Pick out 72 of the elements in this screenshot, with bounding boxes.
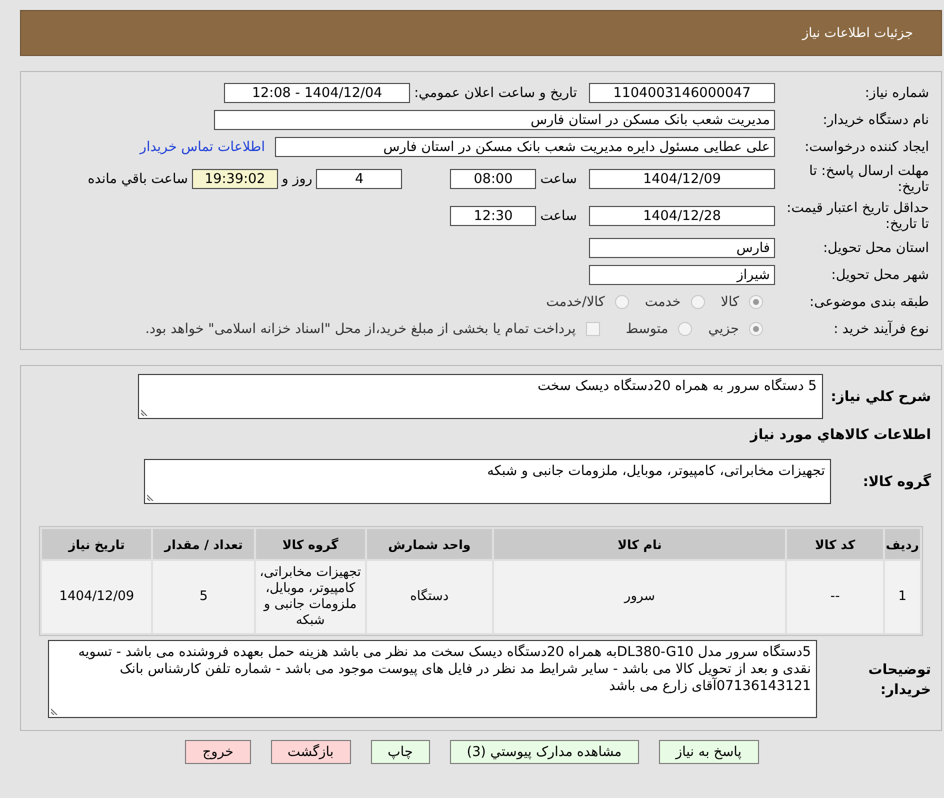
page-title: جزئیات اطلاعات نیاز [802, 26, 913, 40]
option-label: کالا/خدمت [546, 294, 605, 310]
resize-grip-icon[interactable] [140, 408, 149, 416]
field-label: استان محل تحویل: [822, 240, 929, 256]
action-button[interactable]: بازگشت [270, 740, 351, 764]
text-field[interactable]: 4 [316, 169, 402, 189]
text-field[interactable]: 1404/12/04 - 12:08 [224, 83, 410, 103]
contact-link[interactable]: اطلاعات تماس خریدار [140, 139, 265, 155]
field-label: مهلت ارسال پاسخ: تا تاریخ: [808, 163, 929, 195]
field-label: ایجاد کننده درخواست: [804, 139, 929, 155]
option-label: متوسط [626, 321, 668, 337]
action-button[interactable]: مشاهده مدارک پیوستي (3) [450, 740, 639, 764]
radio-button[interactable] [690, 295, 705, 309]
table-cell: 5 [153, 561, 254, 633]
checkbox-label: پرداخت تمام یا بخشی از مبلغ خرید،از محل "اسناد خزانه اسلامی" خواهد بود. [145, 321, 576, 337]
section-title: اطلاعات کالاهاي مورد نياز [748, 427, 931, 443]
action-button[interactable]: خروج [185, 740, 250, 764]
field-label: تاریخ و ساعت اعلان عمومي: [414, 85, 577, 101]
goods-group-text: تجهیزات مخابراتی، کامپیوتر، موبایل، ملزومات جانبی و شبکه [487, 463, 825, 479]
field-label: حداقل تاریخ اعتبار قیمت: تا تاریخ: [786, 200, 929, 232]
resize-grip-icon[interactable] [147, 493, 155, 501]
table-cell: 1404/12/09 [42, 561, 152, 633]
table-cell: -- [787, 561, 883, 633]
field-label: شماره نیاز: [864, 85, 929, 101]
checkbox[interactable] [586, 322, 600, 336]
goods-group-box[interactable]: تجهیزات مخابراتی، کامپیوتر، موبایل، ملزومات جانبی و شبکه [144, 459, 831, 504]
text-field[interactable]: 1404/12/09 [589, 169, 775, 189]
option-label: خدمت [644, 294, 681, 310]
action-button[interactable]: پاسخ به نیاز [658, 740, 759, 764]
option-label: جزيي [708, 321, 739, 337]
column-header: تاریخ نیاز [42, 529, 152, 559]
field-label: گروه کالا: [862, 474, 931, 490]
field-label: ساعت باقي مانده [88, 171, 188, 187]
table-cell: دستگاه [366, 561, 492, 633]
field-label: ساعت [540, 171, 577, 187]
notes-box[interactable] [48, 640, 817, 718]
column-header: نام کالا [494, 529, 786, 559]
table-cell: تجهیزات مخابراتی، کامپیوتر، موبایل، ملزومات جانبی و شبکه [256, 561, 365, 633]
field-label: نوع فرآیند خرید : [832, 321, 929, 337]
text-field[interactable]: 1404/12/28 [589, 206, 775, 226]
column-header: گروه کالا [256, 529, 365, 559]
notes-text: 5دستگاه سرور مدل DL380-G10به همراه 20دستگاه دیسک سخت مد نظر می باشد هزینه حمل بعهده فروشنده می باشد - تسویه نقدی و بعد از تحویل کالا می باشد - سایر شرایط مد نظر در فایل های پیوست موجود می باشد - شماره تلفن کارشناس بانک 07136143121آقای زارع می باشد [78, 644, 811, 694]
action-button[interactable]: چاپ [370, 740, 430, 764]
text-field[interactable]: فارس [589, 238, 775, 258]
column-header: تعداد / مقدار [153, 529, 254, 559]
description-text: 5 دستگاه سرور به همراه 20دستگاه دیسک سخت [538, 378, 817, 394]
table-cell: سرور [494, 561, 786, 633]
text-field[interactable]: مدیریت شعب بانک مسکن در استان فارس [214, 110, 775, 130]
option-label: کالا [720, 294, 739, 310]
column-header: واحد شمارش [366, 529, 492, 559]
field-label: نام دستگاه خریدار: [822, 112, 929, 128]
resize-grip-icon[interactable] [51, 707, 59, 715]
radio-button[interactable] [749, 322, 763, 336]
radio-button[interactable] [749, 295, 763, 309]
description-box[interactable]: 5 دستگاه سرور به همراه 20دستگاه دیسک سخت [138, 374, 823, 419]
radio-button[interactable] [678, 322, 692, 336]
field-label: شرح کلي نياز: [830, 388, 931, 404]
text-field[interactable]: شیراز [589, 265, 775, 285]
text-field[interactable]: 08:00 [450, 169, 536, 189]
field-label: شهر محل تحویل: [830, 267, 929, 283]
field-label: روز و [282, 171, 312, 187]
column-header: رديف [884, 529, 920, 559]
text-field[interactable]: 12:30 [450, 206, 536, 226]
text-field[interactable]: 19:39:02 [192, 169, 278, 189]
table-cell: 1 [884, 561, 920, 633]
field-label: طبقه بندی موضوعی: [808, 294, 929, 310]
field-label: توضیحات خریدار: [867, 661, 931, 700]
text-field[interactable]: 1104003146000047 [589, 83, 775, 103]
field-label: ساعت [540, 208, 577, 224]
column-header: کد کالا [787, 529, 883, 559]
text-field[interactable]: علی عطایی مسئول دایره مدیریت شعب بانک مسکن در استان فارس [275, 137, 775, 157]
radio-button[interactable] [614, 295, 629, 309]
